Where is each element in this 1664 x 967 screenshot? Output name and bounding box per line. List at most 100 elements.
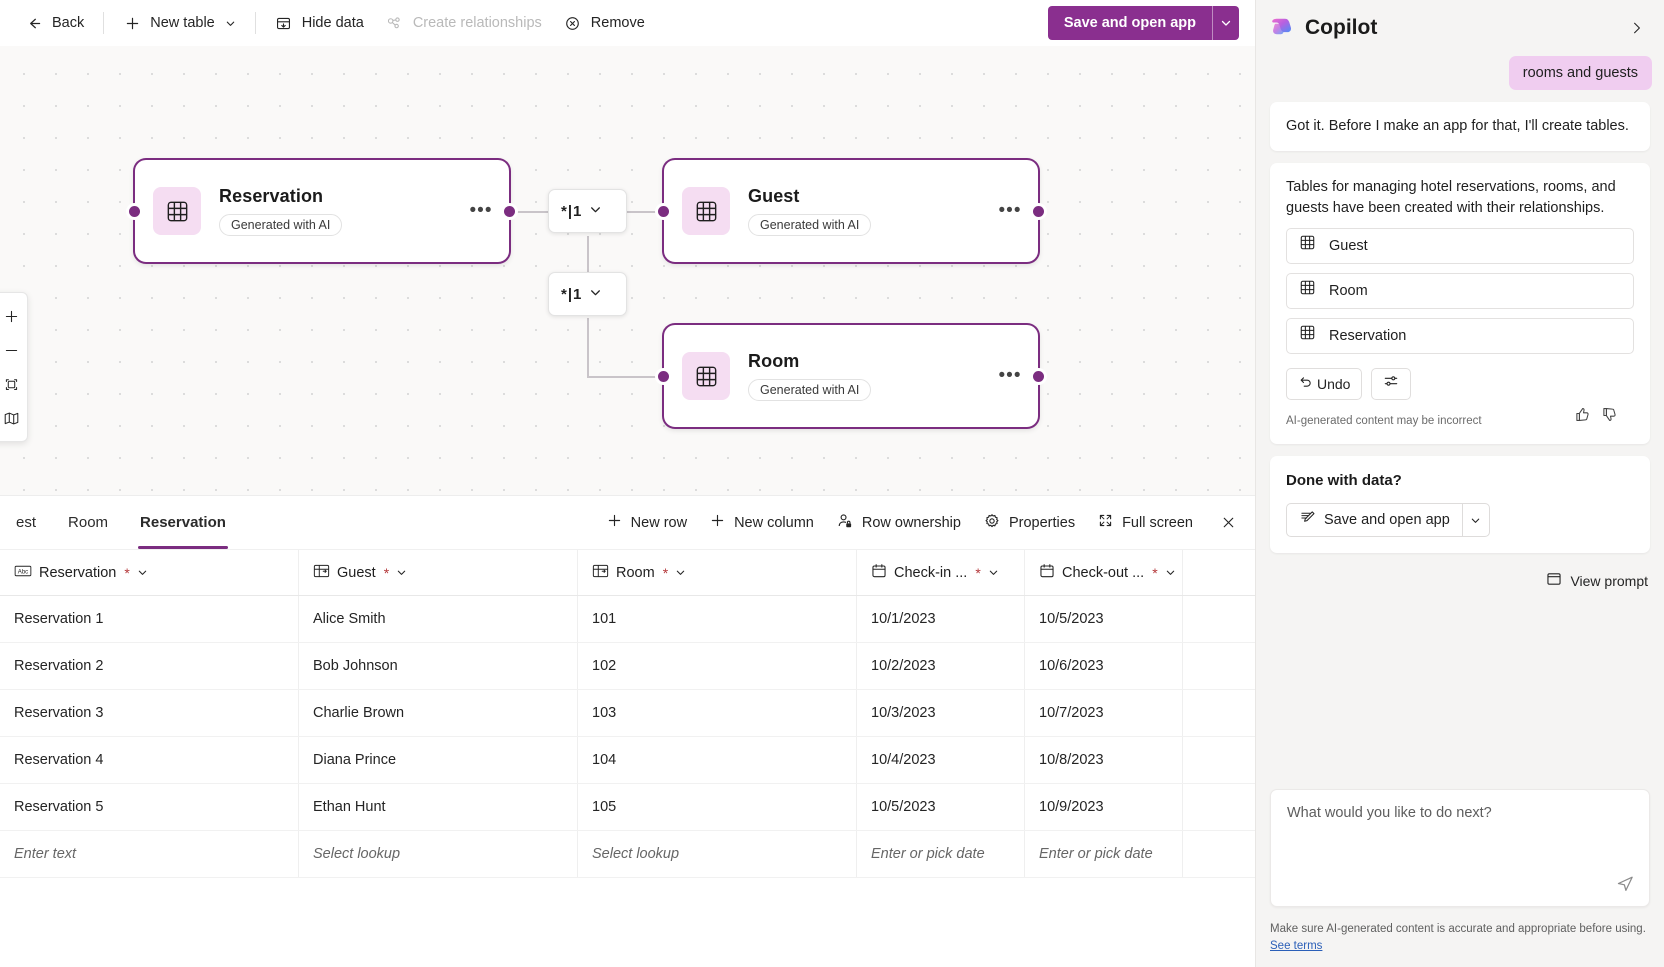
create-relationships-button[interactable]: Create relationships [375, 7, 553, 39]
node-more-options-button[interactable]: ••• [996, 362, 1024, 390]
arrow-left-icon [25, 14, 43, 32]
cell-room[interactable]: 104 [578, 737, 857, 783]
prompt-window-icon [1546, 571, 1562, 590]
new-row-placeholder-row[interactable]: Enter text Select lookup Select lookup E… [0, 831, 1255, 878]
table-node-room[interactable]: Room Generated with AI ••• [663, 324, 1039, 428]
column-header-guest[interactable]: Guest * [299, 550, 578, 595]
relationship-badge-reservation-room[interactable]: *|1 [548, 272, 627, 316]
full-screen-button[interactable]: Full screen [1087, 506, 1203, 540]
table-row[interactable]: Reservation 5 Ethan Hunt 105 10/5/2023 1… [0, 784, 1255, 831]
cell-reservation[interactable]: Reservation 5 [0, 784, 299, 830]
column-header-reservation[interactable]: Abc Reservation * [0, 550, 299, 595]
relationship-badge-reservation-guest[interactable]: *|1 [548, 189, 627, 233]
zoom-out-button[interactable] [0, 333, 27, 367]
table-row[interactable]: Reservation 4 Diana Prince 104 10/4/2023… [0, 737, 1255, 784]
new-row-button[interactable]: New row [596, 506, 697, 540]
tab-room[interactable]: Room [52, 496, 124, 549]
node-port-left[interactable] [658, 206, 669, 217]
cell-reservation[interactable]: Reservation 3 [0, 690, 299, 736]
cell-guest[interactable]: Ethan Hunt [299, 784, 578, 830]
cell-room[interactable]: 103 [578, 690, 857, 736]
node-port-left[interactable] [658, 371, 669, 382]
cell-check-in[interactable]: 10/3/2023 [857, 690, 1025, 736]
cell-check-in[interactable]: 10/2/2023 [857, 643, 1025, 689]
required-marker: * [124, 565, 129, 581]
tab-guest[interactable]: est [0, 496, 52, 549]
hide-data-button[interactable]: Hide data [264, 7, 375, 39]
cell-check-in[interactable]: 10/5/2023 [857, 784, 1025, 830]
node-more-options-button[interactable]: ••• [467, 197, 495, 225]
cell-room[interactable]: 105 [578, 784, 857, 830]
view-prompt-button[interactable]: View prompt [1270, 565, 1650, 590]
copilot-save-open-app-chevron[interactable] [1463, 504, 1489, 536]
new-column-label: New column [734, 515, 814, 531]
copilot-conversation[interactable]: rooms and guests Got it. Before I make a… [1256, 56, 1664, 789]
undo-button[interactable]: Undo [1286, 368, 1362, 400]
table-node-reservation[interactable]: Reservation Generated with AI ••• [134, 159, 510, 263]
node-port-right[interactable] [1033, 371, 1044, 382]
cell-check-in[interactable]: 10/1/2023 [857, 596, 1025, 642]
cell-check-out[interactable]: 10/8/2023 [1025, 737, 1183, 783]
close-data-panel-button[interactable] [1211, 506, 1245, 540]
cell-guest[interactable]: Diana Prince [299, 737, 578, 783]
node-port-right[interactable] [504, 206, 515, 217]
zoom-in-button[interactable] [0, 299, 27, 333]
copilot-save-open-app-button[interactable]: Save and open app [1287, 504, 1462, 536]
see-terms-link[interactable]: See terms [1270, 940, 1322, 952]
tab-reservation[interactable]: Reservation [124, 496, 242, 549]
cell-guest[interactable]: Charlie Brown [299, 690, 578, 736]
cell-reservation[interactable]: Reservation 2 [0, 643, 299, 689]
close-copilot-button[interactable] [1622, 13, 1652, 43]
chevron-down-icon [225, 18, 236, 29]
node-port-right[interactable] [1033, 206, 1044, 217]
tab-label: est [16, 514, 36, 531]
column-header-check-in[interactable]: Check-in ... * [857, 550, 1025, 595]
new-table-button[interactable]: New table [112, 7, 246, 39]
node-more-options-button[interactable]: ••• [996, 197, 1024, 225]
back-button[interactable]: Back [14, 7, 95, 39]
send-icon[interactable] [1611, 870, 1639, 898]
row-ownership-button[interactable]: Row ownership [826, 506, 971, 540]
cell-room[interactable]: 102 [578, 643, 857, 689]
new-cell-reservation[interactable]: Enter text [0, 831, 299, 877]
thumbs-up-icon[interactable] [1574, 406, 1591, 430]
cell-guest[interactable]: Alice Smith [299, 596, 578, 642]
cell-room[interactable]: 101 [578, 596, 857, 642]
table-node-guest[interactable]: Guest Generated with AI ••• [663, 159, 1039, 263]
cell-check-out[interactable]: 10/9/2023 [1025, 784, 1183, 830]
new-cell-check-out[interactable]: Enter or pick date [1025, 831, 1183, 877]
cell-check-out[interactable]: 10/6/2023 [1025, 643, 1183, 689]
column-header-room[interactable]: Room * [578, 550, 857, 595]
save-and-open-app-split-button[interactable]: Save and open app [1048, 6, 1239, 40]
new-column-button[interactable]: New column [699, 506, 824, 540]
table-row[interactable]: Reservation 3 Charlie Brown 103 10/3/202… [0, 690, 1255, 737]
save-and-open-app-chevron[interactable] [1213, 6, 1239, 40]
cell-reservation[interactable]: Reservation 4 [0, 737, 299, 783]
new-cell-check-in[interactable]: Enter or pick date [857, 831, 1025, 877]
fit-to-screen-button[interactable] [0, 367, 27, 401]
copilot-table-room[interactable]: Room [1286, 273, 1634, 309]
cell-check-out[interactable]: 10/5/2023 [1025, 596, 1183, 642]
table-row[interactable]: Reservation 1 Alice Smith 101 10/1/2023 … [0, 596, 1255, 643]
properties-button[interactable]: Properties [973, 506, 1085, 540]
copilot-table-reservation[interactable]: Reservation [1286, 318, 1634, 354]
settings-sliders-button[interactable] [1371, 368, 1411, 400]
remove-button[interactable]: Remove [553, 7, 656, 39]
table-row[interactable]: Reservation 2 Bob Johnson 102 10/2/2023 … [0, 643, 1255, 690]
save-and-open-app-button[interactable]: Save and open app [1048, 6, 1212, 40]
cell-check-out[interactable]: 10/7/2023 [1025, 690, 1183, 736]
data-grid[interactable]: Abc Reservation * [0, 550, 1255, 967]
cell-check-in[interactable]: 10/4/2023 [857, 737, 1025, 783]
node-port-left[interactable] [129, 206, 140, 217]
cell-guest[interactable]: Bob Johnson [299, 643, 578, 689]
column-header-check-out[interactable]: Check-out ... * [1025, 550, 1183, 595]
copilot-save-open-app-split[interactable]: Save and open app [1286, 503, 1490, 537]
cell-reservation[interactable]: Reservation 1 [0, 596, 299, 642]
new-cell-room[interactable]: Select lookup [578, 831, 857, 877]
copilot-composer[interactable]: What would you like to do next? [1270, 789, 1650, 907]
thumbs-down-icon[interactable] [1601, 406, 1618, 430]
copilot-table-guest[interactable]: Guest [1286, 228, 1634, 264]
new-cell-guest[interactable]: Select lookup [299, 831, 578, 877]
mini-map-button[interactable] [0, 401, 27, 435]
table-designer-canvas[interactable]: Reservation Generated with AI ••• Guest [0, 46, 1255, 495]
